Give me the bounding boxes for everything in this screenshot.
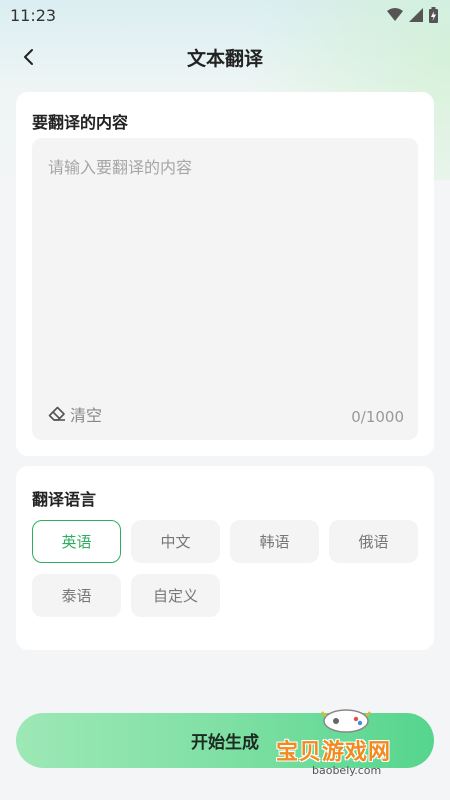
wifi-icon [387, 8, 403, 21]
input-card: 要翻译的内容 请输入要翻译的内容 清空 0/1000 [16, 92, 434, 456]
status-icons [387, 7, 438, 23]
language-option-thai[interactable]: 泰语 [32, 574, 121, 617]
start-generate-button[interactable]: 开始生成 [16, 713, 434, 768]
battery-icon [429, 7, 438, 23]
language-option-russian[interactable]: 俄语 [329, 520, 418, 563]
back-button[interactable] [14, 42, 44, 72]
language-option-korean[interactable]: 韩语 [230, 520, 319, 563]
text-input[interactable]: 请输入要翻译的内容 清空 0/1000 [32, 138, 418, 440]
start-generate-label: 开始生成 [191, 733, 259, 753]
text-input-placeholder: 请输入要翻译的内容 [48, 158, 193, 177]
signal-icon [409, 8, 423, 22]
status-time: 11:23 [10, 5, 57, 25]
title-bar: 文本翻译 [0, 36, 450, 78]
clear-label: 清空 [70, 406, 103, 425]
language-card: 翻译语言 英语 中文 韩语 俄语 泰语 自定义 [16, 466, 434, 650]
eraser-icon [48, 406, 65, 421]
language-option-chinese[interactable]: 中文 [131, 520, 220, 563]
language-option-custom[interactable]: 自定义 [131, 574, 220, 617]
back-arrow-icon [24, 49, 33, 65]
page-title: 文本翻译 [186, 47, 263, 70]
char-counter: 0/1000 [351, 408, 404, 426]
language-option-english[interactable]: 英语 [32, 520, 121, 563]
input-card-title: 要翻译的内容 [32, 113, 129, 132]
status-bar: 11:23 [0, 0, 450, 30]
language-card-title: 翻译语言 [32, 490, 97, 509]
clear-button[interactable]: 清空 [48, 402, 102, 426]
